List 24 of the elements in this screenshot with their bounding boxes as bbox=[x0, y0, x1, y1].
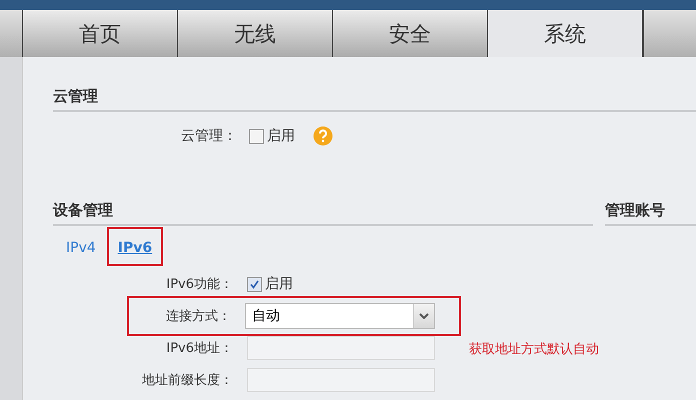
input-field[interactable] bbox=[247, 368, 435, 392]
input-field[interactable] bbox=[247, 336, 435, 360]
field-label: IPv6功能： bbox=[165, 276, 234, 293]
checkbox[interactable] bbox=[249, 128, 264, 144]
field-label: 云管理： bbox=[181, 127, 237, 145]
annotation-note: 获取地址方式默认自动 bbox=[469, 341, 599, 358]
field-label: 地址前缀长度： bbox=[141, 372, 234, 389]
field-label: 连接方式： bbox=[165, 308, 232, 325]
help-icon[interactable] bbox=[313, 126, 333, 146]
section-heading: 云管理 bbox=[53, 87, 696, 112]
dropdown[interactable]: 自动 bbox=[245, 303, 435, 329]
checkmark-icon bbox=[250, 280, 259, 288]
nav-tab[interactable]: 系统 bbox=[488, 10, 643, 57]
section-heading: 管理账号 bbox=[605, 201, 696, 226]
field-label: IPv6地址： bbox=[165, 340, 234, 357]
subtab-link[interactable]: IPv4 bbox=[66, 240, 96, 256]
checkbox[interactable] bbox=[247, 276, 262, 292]
subtab-link[interactable]: IPv6 bbox=[118, 240, 152, 256]
section-heading: 设备管理 bbox=[53, 201, 593, 226]
chevron-down-icon bbox=[419, 313, 429, 319]
checkbox-label: 启用 bbox=[265, 275, 293, 293]
tab-bar-edge bbox=[0, 10, 23, 57]
tab-bar-edge bbox=[643, 10, 696, 57]
checkbox-label: 启用 bbox=[267, 127, 295, 145]
